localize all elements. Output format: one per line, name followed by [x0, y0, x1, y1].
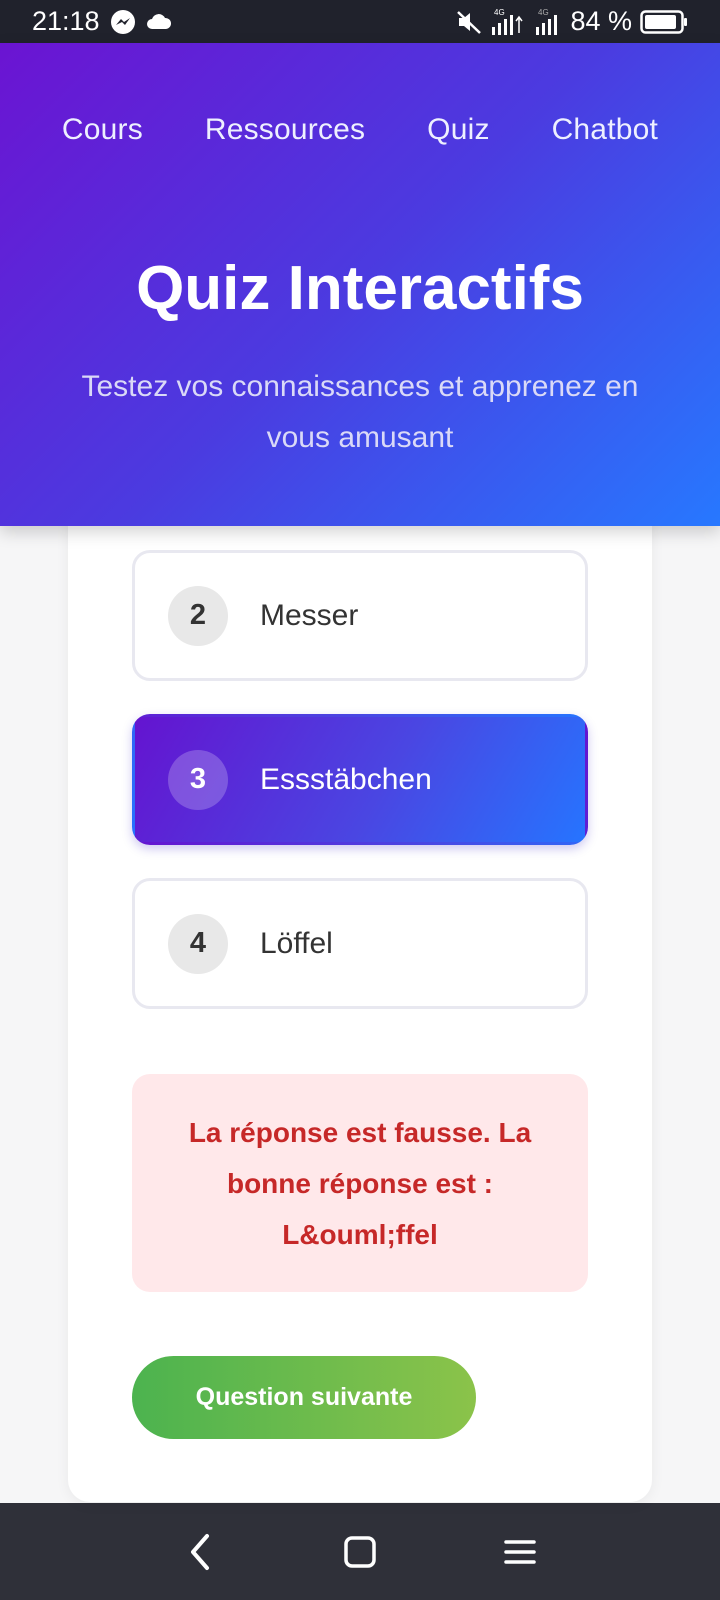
nav-item-quiz[interactable]: Quiz — [427, 113, 490, 147]
nav-item-cours[interactable]: Cours — [62, 113, 143, 147]
option-label: Essstäbchen — [260, 762, 432, 796]
option-label: Löffel — [260, 926, 333, 960]
page-title: Quiz Interactifs — [136, 254, 584, 323]
status-right: 4G 4G 84 % — [456, 6, 688, 37]
option-number: 2 — [168, 585, 228, 646]
menu-icon[interactable] — [495, 1527, 545, 1577]
battery-percent: 84 % — [570, 6, 632, 36]
main-nav: Cours Ressources Quiz Chatbot — [0, 113, 720, 147]
battery-icon — [640, 9, 688, 35]
status-time: 21:18 — [32, 6, 100, 36]
feedback-message: La réponse est fausse. La bonne réponse … — [132, 1074, 588, 1292]
mute-icon — [456, 9, 482, 35]
signal-icon: 4G — [532, 7, 562, 37]
svg-text:4G: 4G — [494, 8, 505, 17]
answer-option-3[interactable]: 3 Essstäbchen — [132, 714, 588, 845]
feedback-text: La réponse est fausse. La bonne réponse … — [188, 1116, 532, 1250]
messenger-icon — [110, 9, 136, 35]
home-icon[interactable] — [335, 1527, 385, 1577]
system-nav-bar — [0, 1503, 720, 1600]
option-number: 4 — [168, 913, 228, 974]
answer-option-2[interactable]: 2 Messer — [132, 550, 588, 681]
option-number: 3 — [168, 749, 228, 810]
svg-text:4G: 4G — [538, 8, 549, 17]
signal-4g-icon: 4G — [490, 7, 524, 37]
cloud-icon — [146, 12, 172, 32]
answer-option-4[interactable]: 4 Löffel — [132, 878, 588, 1009]
next-question-button[interactable]: Question suivante — [132, 1356, 476, 1439]
hero-header: Cours Ressources Quiz Chatbot Quiz Inter… — [0, 43, 720, 526]
page-subtitle: Testez vos connaissances et apprenez en … — [81, 370, 639, 454]
nav-item-ressources[interactable]: Ressources — [205, 113, 365, 147]
status-bar: 21:18 4G 4G 84 % — [0, 0, 720, 43]
nav-item-chatbot[interactable]: Chatbot — [552, 113, 658, 147]
status-left: 21:18 — [32, 6, 172, 37]
option-label: Messer — [260, 598, 359, 632]
back-icon[interactable] — [175, 1527, 225, 1577]
